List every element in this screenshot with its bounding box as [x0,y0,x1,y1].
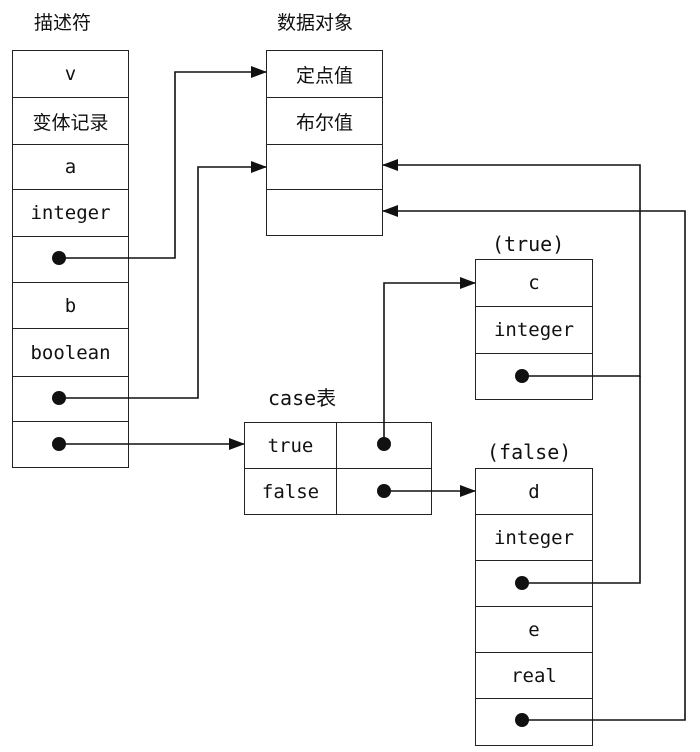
case-key-label: true [267,434,314,457]
descriptor-label: v [64,63,77,85]
descriptor-row-pointer-a [13,237,128,283]
descriptor-box: v 变体记录 a integer b boolean [12,50,129,468]
descriptor-row-a: a [13,145,128,190]
case-table-box: true false [244,422,432,515]
false-variant-title: (false) [487,440,572,464]
false-variant-row-real: real [476,653,592,699]
data-object-row-slot-1 [267,145,382,190]
case-key-cell: false [245,469,337,515]
descriptor-row-integer: integer [13,190,128,237]
descriptor-row-pointer-b [13,377,128,422]
false-variant-row-e: e [476,607,592,653]
true-variant-row-pointer [476,354,592,400]
descriptor-row-boolean: boolean [13,329,128,377]
false-variant-label: real [511,664,557,687]
data-object-row-boolean-value: 布尔值 [267,98,382,145]
false-variant-row-integer: integer [476,515,592,561]
data-object-row-fixed-value: 定点值 [267,51,382,98]
descriptor-label: a [64,156,77,178]
true-variant-row-integer: integer [476,307,592,354]
data-object-box: 定点值 布尔值 [266,50,383,236]
descriptor-label: b [64,294,77,317]
data-object-title: 数据对象 [277,12,354,34]
data-object-row-slot-2 [267,190,382,236]
descriptor-row-pointer-case [13,422,128,468]
descriptor-title: 描述符 [34,12,92,34]
case-key-label: false [261,481,320,503]
case-table-row-false: false [245,469,431,515]
false-variant-box: d integer e real [475,468,593,746]
false-variant-label: d [528,480,540,503]
descriptor-label: integer [30,202,111,224]
descriptor-label: boolean [30,341,111,364]
false-variant-row-d: d [476,469,592,515]
true-variant-row-c: c [476,260,592,307]
descriptor-row-variant-record: 变体记录 [13,98,128,145]
true-variant-label: integer [493,319,575,341]
data-object-label: 定点值 [295,64,353,87]
case-key-cell: true [245,423,337,468]
case-table-row-true: true [245,423,431,469]
true-variant-label: c [528,272,540,294]
link-case-true-to-true-variant [383,277,476,444]
false-variant-row-pointer-d [476,561,592,607]
descriptor-label: 变体记录 [32,111,109,134]
descriptor-row-b: b [13,283,128,329]
false-variant-label: integer [493,526,575,549]
false-variant-row-pointer-e [476,699,592,746]
case-table-title: case表 [268,386,337,410]
false-variant-label: e [528,618,540,641]
descriptor-row-v: v [13,51,128,98]
data-object-label: 布尔值 [295,111,353,134]
true-variant-box: c integer [475,259,593,400]
true-variant-title: (true) [492,232,565,256]
